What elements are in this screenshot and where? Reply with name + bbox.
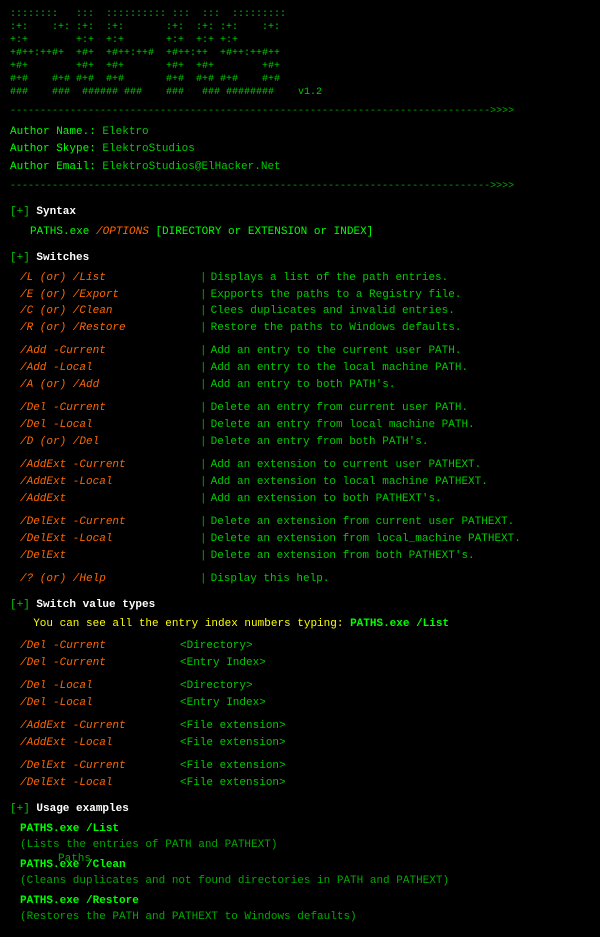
author-email-line: Author Email: ElektroStudios@ElHacker.Ne… bbox=[10, 159, 590, 177]
switch-row-add: /A (or) /Add | Add an entry to both PATH… bbox=[20, 378, 590, 394]
value-types-info: You can see all the entry index numbers … bbox=[20, 617, 590, 633]
switch-value-types-section: [+] Switch value types You can see all t… bbox=[10, 598, 590, 792]
syntax-header: [+] Syntax bbox=[10, 205, 590, 221]
usage-examples-section: [+] Usage examples PATHS.exe /List (List… bbox=[10, 802, 590, 926]
footer-paths-label: Paths bbox=[58, 852, 91, 868]
switch-row-del-current: /Del -Current | Delete an entry from cur… bbox=[20, 401, 590, 417]
ascii-art-header: :::::::: ::: :::::::::: ::: ::: ::::::::… bbox=[10, 8, 590, 99]
author-skype-value: ElektroStudios bbox=[102, 143, 194, 155]
syntax-section: [+] Syntax PATHS.exe /OPTIONS [DIRECTORY… bbox=[10, 205, 590, 241]
author-skype-line: Author Skype: ElektroStudios bbox=[10, 141, 590, 159]
author-email-label: Author Email: bbox=[10, 161, 102, 173]
switch-row-clean: /C (or) /Clean | Clees duplicates and in… bbox=[20, 304, 590, 320]
divider-top: ----------------------------------------… bbox=[10, 105, 590, 120]
switch-row-delext-local: /DelExt -Local | Delete an extension fro… bbox=[20, 532, 590, 548]
usage-example-clean: PATHS.exe /Clean (Cleans duplicates and … bbox=[20, 858, 590, 890]
syntax-content: PATHS.exe /OPTIONS [DIRECTORY or EXTENSI… bbox=[30, 225, 590, 241]
value-row-del-local-dir: /Del -Local <Directory> bbox=[20, 679, 590, 695]
author-skype-label: Author Skype: bbox=[10, 143, 102, 155]
usage-content: PATHS.exe /List (Lists the entries of PA… bbox=[20, 822, 590, 926]
value-row-addext-local-file: /AddExt -Local <File extension> bbox=[20, 736, 590, 752]
switch-row-addext-current: /AddExt -Current | Add an extension to c… bbox=[20, 458, 590, 474]
value-row-addext-current-file: /AddExt -Current <File extension> bbox=[20, 719, 590, 735]
usage-examples-header: [+] Usage examples bbox=[10, 802, 590, 818]
value-types-content: You can see all the entry index numbers … bbox=[20, 617, 590, 791]
switches-header: [+] Switches bbox=[10, 251, 590, 267]
switch-row-addext: /AddExt | Add an extension to both PATHE… bbox=[20, 492, 590, 508]
switch-value-types-header: [+] Switch value types bbox=[10, 598, 590, 614]
author-name-line: Author Name.: Elektro bbox=[10, 124, 590, 142]
switch-row-addext-local: /AddExt -Local | Add an extension to loc… bbox=[20, 475, 590, 491]
value-row-delext-local-file: /DelExt -Local <File extension> bbox=[20, 776, 590, 792]
switch-row-delext: /DelExt | Delete an extension from both … bbox=[20, 549, 590, 565]
switches-table: /L (or) /List | Displays a list of the p… bbox=[20, 271, 590, 588]
author-section: Author Name.: Elektro Author Skype: Elek… bbox=[10, 124, 590, 177]
switch-row-delext-current: /DelExt -Current | Delete an extension f… bbox=[20, 515, 590, 531]
switch-row-add-current: /Add -Current | Add an entry to the curr… bbox=[20, 344, 590, 360]
value-row-del-current-dir: /Del -Current <Directory> bbox=[20, 639, 590, 655]
author-email-value: ElektroStudios@ElHacker.Net bbox=[102, 161, 280, 173]
switch-row-restore: /R (or) /Restore | Restore the paths to … bbox=[20, 321, 590, 337]
author-name-value: Elektro bbox=[102, 126, 148, 138]
switch-row-export: /E (or) /Export | Expports the paths to … bbox=[20, 288, 590, 304]
usage-example-list: PATHS.exe /List (Lists the entries of PA… bbox=[20, 822, 590, 854]
value-row-delext-current-file: /DelExt -Current <File extension> bbox=[20, 759, 590, 775]
switch-row-del: /D (or) /Del | Delete an entry from both… bbox=[20, 435, 590, 451]
usage-example-restore: PATHS.exe /Restore (Restores the PATH an… bbox=[20, 894, 590, 926]
author-name-label: Author Name.: bbox=[10, 126, 102, 138]
switch-row-del-local: /Del -Local | Delete an entry from local… bbox=[20, 418, 590, 434]
value-row-del-current-idx: /Del -Current <Entry Index> bbox=[20, 656, 590, 672]
switch-row-list: /L (or) /List | Displays a list of the p… bbox=[20, 271, 590, 287]
switch-row-add-local: /Add -Local | Add an entry to the local … bbox=[20, 361, 590, 377]
divider-bottom: ----------------------------------------… bbox=[10, 180, 590, 195]
switches-section: [+] Switches /L (or) /List | Displays a … bbox=[10, 251, 590, 588]
value-row-del-local-idx: /Del -Local <Entry Index> bbox=[20, 696, 590, 712]
switch-row-help: /? (or) /Help | Display this help. bbox=[20, 572, 590, 588]
